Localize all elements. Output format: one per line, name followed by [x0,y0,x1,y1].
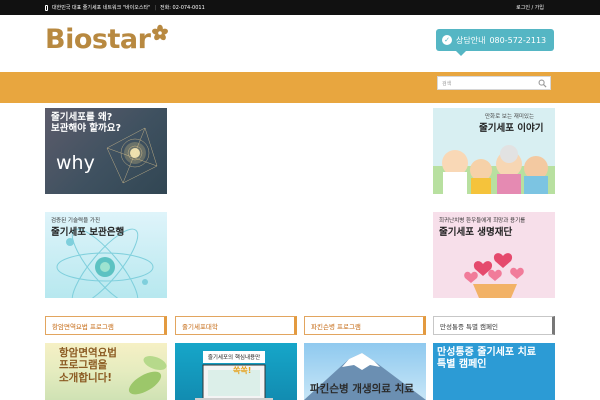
separator: | [154,4,157,11]
cartoon-characters-illustration [433,145,555,194]
banner-why-store[interactable]: 줄기세포를 왜? 보관해야 할까요? why [45,108,167,194]
bank-title: 줄기세포 보관은행 [51,227,125,238]
immune-line2: 프로그램을 [59,359,108,372]
search-input[interactable]: 검색 [437,76,551,90]
tagline: 대한민국 대표 줄기세포 네트워크 "바이오스타" [52,5,151,11]
search-icon[interactable] [538,79,547,88]
site-header: Biostar ✓ 상담안내 080-572-2113 [0,15,600,72]
login-join-link[interactable]: 로그인 / 가입 [516,4,544,11]
immune-line3: 소개합니다! [59,371,113,384]
banner-cartoon-story[interactable]: 만화로 보는 재미있는 줄기세포 이야기 [433,108,555,194]
mobile-phone-icon [45,4,48,11]
site-logo[interactable]: Biostar [45,24,169,55]
banner-parkinsons[interactable]: 파킨슨병 개생의료 치료 [304,343,426,400]
phone-number: 전화: 02-074-0011 [160,5,205,11]
bank-sub: 검증된 기술력을 가진 [51,218,101,224]
banner-stemcell-bank[interactable]: 검증된 기술력을 가진 줄기세포 보관은행 [45,212,167,298]
tab-parkinsons[interactable]: 파킨슨병 프로그램 [304,316,426,335]
tab-stemcell-university[interactable]: 줄기세포대학 [175,316,297,335]
consultation-callout[interactable]: ✓ 상담안내 080-572-2113 [436,29,554,56]
logo-text: Biostar [45,24,151,55]
pain-line1: 만성통증 줄기세포 치료 [437,347,536,358]
foundation-sub: 희귀난치병 환우들에게 희망과 용기를 [439,218,526,224]
story-sub: 만화로 보는 재미있는 [485,114,535,120]
call-label: 상담안내 [456,35,486,45]
tab-immunotherapy[interactable]: 항암면역요법 프로그램 [45,316,167,335]
park-title: 파킨슨병 개생의료 치료 [310,383,414,395]
banner-life-foundation[interactable]: 희귀난치병 환우들에게 희망과 용기를 줄기세포 생명재단 [433,212,555,298]
why-title-line1: 줄기세포를 왜? [51,112,113,123]
search-placeholder: 검색 [442,80,452,87]
univ-badge: 쏙쏙! [233,366,252,375]
banner-immunotherapy[interactable]: 항암면역요법 프로그램을 소개합니다! [45,343,167,400]
tab-chronic-pain[interactable]: 만성통증 특별 캠페인 [433,316,555,335]
immune-line1: 항암면역요법 [59,347,117,359]
chat-bubble-icon: ✓ [442,35,452,45]
flower-icon [152,24,169,41]
hearts-pot-illustration [464,253,524,298]
univ-caption: 줄기세포의 핵심내용만 [203,351,265,363]
atom-illustration [56,228,154,298]
top-bar: 대한민국 대표 줄기세포 네트워크 "바이오스타" | 전화: 02-074-0… [0,0,600,15]
pain-line2: 특별 캠페인 [437,358,487,370]
banner-stemcell-university[interactable]: 줄기세포의 핵심내용만 쏙쏙! [175,343,297,400]
top-info: 대한민국 대표 줄기세포 네트워크 "바이오스타" | 전화: 02-074-0… [45,4,205,11]
story-title: 줄기세포 이야기 [479,123,544,134]
why-title-line2: 보관해야 할까요? [51,123,121,135]
why-word: why [56,152,95,174]
call-number: 080-572-2113 [489,35,547,45]
banner-chronic-pain[interactable]: 만성통증 줄기세포 치료 특별 캠페인 [433,343,555,400]
foundation-title: 줄기세포 생명재단 [439,227,513,238]
